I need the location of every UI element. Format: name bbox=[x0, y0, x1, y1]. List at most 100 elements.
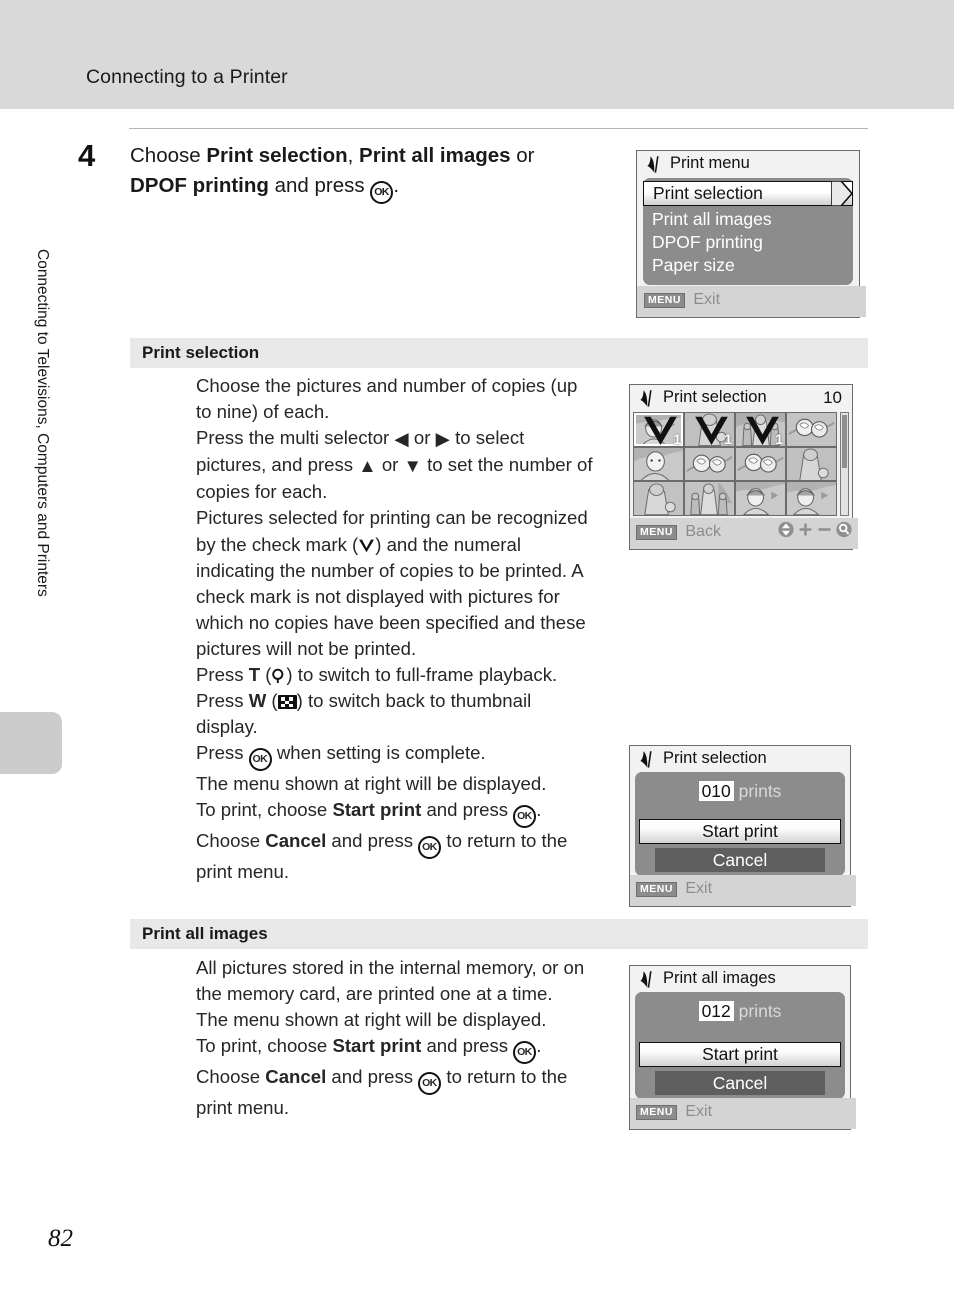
ps-line-6a: Press bbox=[196, 742, 249, 764]
step-bold-print-all-images: Print all images bbox=[359, 144, 511, 167]
print-selection-dialog-title: Print selection bbox=[663, 749, 767, 767]
menu-item-paper-size-label: Paper size bbox=[652, 255, 735, 275]
thumbnail-item[interactable]: 1 bbox=[736, 413, 785, 446]
print-all-dialog-exit-label: Exit bbox=[685, 1103, 713, 1120]
print-selection-title: Print selection bbox=[663, 388, 767, 406]
print-count-value[interactable]: 012 bbox=[698, 1001, 734, 1021]
start-print-button-label: Start print bbox=[702, 1044, 778, 1064]
print-all-dialog-panel: 012 prints Start print Cancel bbox=[635, 992, 845, 1099]
print-selection-dialog-footer: MENU Exit bbox=[630, 875, 856, 906]
menu-item-paper-size[interactable]: Paper size bbox=[643, 254, 853, 277]
cancel-bold: Cancel bbox=[265, 830, 327, 852]
print-selection-count: 10 bbox=[823, 388, 842, 407]
print-menu-panel: Print selection Print all images DPOF pr… bbox=[643, 178, 853, 285]
ok-button-icon: OK bbox=[418, 1072, 442, 1096]
tele-button-label: T bbox=[248, 664, 261, 686]
ps-line-8c: and press bbox=[421, 799, 514, 821]
print-count-line: 010 prints bbox=[635, 781, 845, 802]
step-bold-print-selection: Print selection bbox=[206, 144, 348, 167]
thumbnail-item[interactable] bbox=[736, 447, 785, 481]
cancel-button[interactable]: Cancel bbox=[655, 848, 825, 872]
thumbnail-item[interactable]: 1 bbox=[685, 413, 734, 446]
thumbnail-item[interactable] bbox=[634, 447, 683, 481]
ps-line-2e: or bbox=[376, 454, 404, 476]
step-text-period: . bbox=[393, 174, 400, 197]
content-divider-rule bbox=[129, 128, 868, 129]
ps-line-9c: and press bbox=[326, 830, 419, 852]
thumbnail-item[interactable]: 1 bbox=[634, 413, 683, 446]
ps-line-9a: Choose bbox=[196, 830, 266, 852]
ps-line-2f: to set the number of bbox=[421, 454, 593, 476]
print-all-dialog-title: Print all images bbox=[663, 969, 776, 987]
ps-line-5d: ) to switch back to thumbnail bbox=[296, 690, 532, 712]
running-header-band bbox=[0, 0, 954, 109]
ps-line-4c: ( bbox=[260, 664, 272, 686]
wide-button-label: W bbox=[248, 690, 267, 712]
thumbnail-grid-icon bbox=[277, 695, 297, 710]
menu-item-print-selection-label: Print selection bbox=[653, 183, 763, 203]
section-heading-print-all-images-label: Print all images bbox=[142, 924, 268, 943]
thumbnail-item[interactable] bbox=[787, 413, 836, 446]
printer-icon bbox=[640, 751, 652, 768]
thumbnail-item[interactable] bbox=[787, 482, 836, 515]
start-print-button[interactable]: Start print bbox=[639, 1042, 841, 1067]
ps-line-7: The menu shown at right will be displaye… bbox=[196, 773, 547, 795]
pa-line-3d: . bbox=[536, 1035, 542, 1057]
cancel-button[interactable]: Cancel bbox=[655, 1071, 825, 1095]
ps-line-8a: To print, choose bbox=[196, 799, 333, 821]
print-menu-exit-label: Exit bbox=[693, 291, 721, 308]
thumbnail-copies-count: 1 bbox=[673, 430, 681, 446]
print-selection-title-row: Print selection 10 bbox=[630, 385, 852, 411]
print-count-line: 012 prints bbox=[635, 1001, 845, 1022]
start-print-button[interactable]: Start print bbox=[639, 819, 841, 844]
ps-line-3f: which no copies have been specified and … bbox=[196, 611, 586, 633]
menu-item-dpof-printing[interactable]: DPOF printing bbox=[643, 231, 853, 254]
chapter-tab-marker bbox=[0, 712, 62, 774]
screen-print-selection-grid: Print selection 10 1 1 1 MENU Back bbox=[629, 384, 858, 550]
pa-line-2: The menu shown at right will be displaye… bbox=[196, 1009, 547, 1031]
print-count-value[interactable]: 010 bbox=[698, 781, 734, 801]
print-selection-dialog-title-row: Print selection bbox=[630, 746, 850, 772]
ok-button-icon: OK bbox=[370, 181, 394, 204]
menu-badge-icon: MENU bbox=[636, 882, 677, 897]
ps-line-2c: to select bbox=[449, 427, 525, 449]
ps-line-5c: ( bbox=[266, 690, 278, 712]
step-text-andpress: and press bbox=[268, 174, 371, 197]
screen-print-all-images-dialog: Print all images 012 prints Start print … bbox=[629, 965, 856, 1130]
ps-line-3d: indicating the number of copies to be pr… bbox=[196, 559, 584, 581]
step-text-or: or bbox=[510, 144, 535, 167]
thumbnail-grid[interactable]: 1 1 1 bbox=[633, 412, 837, 516]
print-all-images-body: All pictures stored in the internal memo… bbox=[196, 955, 608, 1121]
thumbnail-item[interactable] bbox=[685, 482, 734, 515]
arrow-left-icon: ◀ bbox=[394, 428, 409, 450]
magnifier-icon bbox=[836, 521, 852, 538]
ps-line-8d: . bbox=[536, 799, 542, 821]
menu-item-dpof-printing-label: DPOF printing bbox=[652, 232, 763, 252]
ps-line-9e: print menu. bbox=[196, 861, 290, 883]
page-number: 82 bbox=[48, 1225, 73, 1252]
ps-line-5a: Press bbox=[196, 690, 249, 712]
cancel-button-label: Cancel bbox=[712, 1073, 768, 1093]
ps-line-3b: by the check mark ( bbox=[196, 533, 359, 555]
menu-item-print-all-images[interactable]: Print all images bbox=[643, 208, 853, 231]
step-text-prefix: Choose bbox=[130, 144, 207, 167]
menu-badge-icon: MENU bbox=[636, 1105, 677, 1120]
thumbnail-scrollbar[interactable] bbox=[840, 412, 849, 516]
ps-line-9d: to return to the bbox=[441, 830, 568, 852]
print-selection-back-label: Back bbox=[685, 523, 721, 540]
printer-icon bbox=[640, 390, 652, 407]
printer-icon bbox=[640, 971, 652, 988]
step-text-comma: , bbox=[347, 144, 360, 167]
pa-line-4a: Choose bbox=[196, 1066, 266, 1088]
thumbnail-item[interactable] bbox=[736, 482, 785, 515]
scrollbar-thumb[interactable] bbox=[842, 415, 847, 469]
menu-item-print-selection[interactable]: Print selection bbox=[643, 181, 853, 206]
ok-button-icon: OK bbox=[418, 836, 442, 860]
start-print-bold: Start print bbox=[332, 799, 422, 821]
step-bold-dpof-printing: DPOF printing bbox=[130, 174, 269, 197]
thumbnail-item[interactable] bbox=[634, 482, 683, 515]
section-heading-print-selection-label: Print selection bbox=[142, 343, 260, 362]
thumbnail-item[interactable] bbox=[787, 447, 836, 481]
thumbnail-item[interactable] bbox=[685, 447, 734, 481]
print-selection-dialog-exit-label: Exit bbox=[685, 880, 713, 897]
